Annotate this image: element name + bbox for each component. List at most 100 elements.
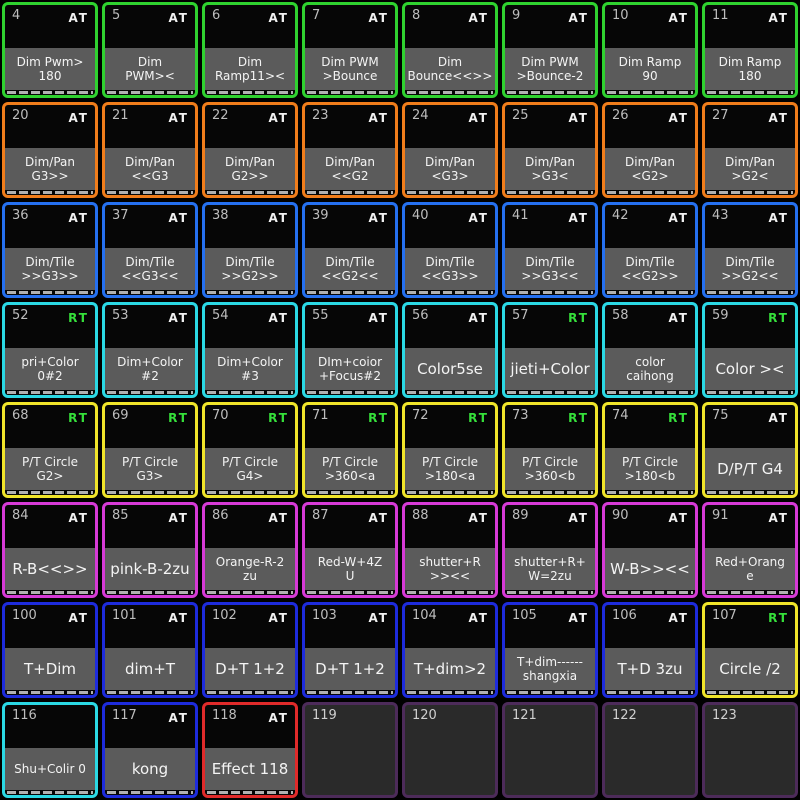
executor-button-102[interactable]: 102 AT D+T 1+2: [202, 602, 298, 698]
executor-button-27[interactable]: 27 AT Dim/Pan >G2<: [702, 102, 798, 198]
executor-number: 117: [112, 708, 137, 723]
executor-number: 27: [712, 108, 729, 123]
executor-button-22[interactable]: 22 AT Dim/Pan G2>>: [202, 102, 298, 198]
executor-number: 74: [612, 408, 629, 423]
executor-button-104[interactable]: 104 AT T+dim>2: [402, 602, 498, 698]
executor-label: P/T Circle >360<a: [305, 448, 395, 490]
fader-level-bar: [407, 691, 493, 694]
fader-level-bar: [207, 91, 293, 94]
executor-button-116[interactable]: 116 Shu+Colir 0: [2, 702, 98, 798]
fader-level-bar: [107, 391, 193, 394]
executor-button-58[interactable]: 58 AT color caihong: [602, 302, 698, 398]
executor-button-53[interactable]: 53 AT Dim+Color #2: [102, 302, 198, 398]
executor-button-89[interactable]: 89 AT shutter+R+ W=2zu: [502, 502, 598, 598]
executor-button-4[interactable]: 4 AT Dim Pwm> 180: [2, 2, 98, 98]
executor-button-8[interactable]: 8 AT Dim Bounce<<>>: [402, 2, 498, 98]
executor-empty-120[interactable]: 120: [402, 702, 498, 798]
executor-button-103[interactable]: 103 AT D+T 1+2: [302, 602, 398, 698]
executor-number: 102: [212, 608, 237, 623]
executor-button-74[interactable]: 74 RT P/T Circle >180<b: [602, 402, 698, 498]
executor-button-10[interactable]: 10 AT Dim Ramp 90: [602, 2, 698, 98]
executor-grid: 4 AT Dim Pwm> 180 5 AT Dim PWM>< 6 AT Dim Ramp11…: [0, 0, 800, 800]
executor-button-90[interactable]: 90 AT W-B>><<: [602, 502, 698, 598]
executor-button-55[interactable]: 55 AT DIm+coior +Focus#2: [302, 302, 398, 398]
executor-label: pink-B-2zu: [105, 548, 195, 590]
executor-button-117[interactable]: 117 AT kong: [102, 702, 198, 798]
executor-button-26[interactable]: 26 AT Dim/Pan <G2>: [602, 102, 698, 198]
executor-number: 120: [412, 708, 437, 723]
executor-empty-121[interactable]: 121: [502, 702, 598, 798]
executor-button-54[interactable]: 54 AT Dim+Color #3: [202, 302, 298, 398]
executor-button-39[interactable]: 39 AT Dim/Tile <<G2<<: [302, 202, 398, 298]
executor-button-25[interactable]: 25 AT Dim/Pan >G3<: [502, 102, 598, 198]
fader-level-bar: [207, 491, 293, 494]
executor-empty-122[interactable]: 122: [602, 702, 698, 798]
executor-button-37[interactable]: 37 AT Dim/Tile <<G3<<: [102, 202, 198, 298]
executor-button-101[interactable]: 101 AT dim+T: [102, 602, 198, 698]
executor-number: 10: [612, 8, 629, 23]
executor-button-87[interactable]: 87 AT Red-W+4Z U: [302, 502, 398, 598]
executor-button-107[interactable]: 107 RT Circle /2: [702, 602, 798, 698]
executor-label: P/T Circle G3>: [105, 448, 195, 490]
executor-button-41[interactable]: 41 AT Dim/Tile >>G3<<: [502, 202, 598, 298]
executor-button-73[interactable]: 73 RT P/T Circle >360<b: [502, 402, 598, 498]
executor-button-100[interactable]: 100 AT T+Dim: [2, 602, 98, 698]
executor-button-43[interactable]: 43 AT Dim/Tile >>G2<<: [702, 202, 798, 298]
executor-button-118[interactable]: 118 AT Effect 118: [202, 702, 298, 798]
trigger-mode-badge: AT: [268, 511, 289, 525]
executor-button-70[interactable]: 70 RT P/T Circle G4>: [202, 402, 298, 498]
executor-button-86[interactable]: 86 AT Orange-R-2 zu: [202, 502, 298, 598]
executor-button-84[interactable]: 84 AT R-B<<>>: [2, 502, 98, 598]
executor-button-69[interactable]: 69 RT P/T Circle G3>: [102, 402, 198, 498]
executor-button-21[interactable]: 21 AT Dim/Pan <<G3: [102, 102, 198, 198]
executor-button-72[interactable]: 72 RT P/T Circle >180<a: [402, 402, 498, 498]
executor-button-59[interactable]: 59 RT Color ><: [702, 302, 798, 398]
trigger-mode-badge: AT: [568, 611, 589, 625]
executor-button-38[interactable]: 38 AT Dim/Tile >>G2>>: [202, 202, 298, 298]
executor-label: Dim Ramp11><: [205, 48, 295, 90]
executor-button-68[interactable]: 68 RT P/T Circle G2>: [2, 402, 98, 498]
executor-button-71[interactable]: 71 RT P/T Circle >360<a: [302, 402, 398, 498]
trigger-mode-badge: AT: [668, 11, 689, 25]
executor-button-105[interactable]: 105 AT T+dim------ shangxia: [502, 602, 598, 698]
executor-button-20[interactable]: 20 AT Dim/Pan G3>>: [2, 102, 98, 198]
trigger-mode-badge: AT: [268, 211, 289, 225]
executor-number: 106: [612, 608, 637, 623]
executor-button-88[interactable]: 88 AT shutter+R >><<: [402, 502, 498, 598]
executor-button-24[interactable]: 24 AT Dim/Pan <G3>: [402, 102, 498, 198]
executor-button-40[interactable]: 40 AT Dim/Tile <<G3>>: [402, 202, 498, 298]
executor-number: 71: [312, 408, 329, 423]
executor-empty-123[interactable]: 123: [702, 702, 798, 798]
executor-button-36[interactable]: 36 AT Dim/Tile >>G3>>: [2, 202, 98, 298]
trigger-mode-badge: AT: [468, 11, 489, 25]
trigger-mode-badge: RT: [268, 411, 289, 425]
fader-level-bar: [407, 591, 493, 594]
executor-button-5[interactable]: 5 AT Dim PWM><: [102, 2, 198, 98]
fader-level-bar: [207, 691, 293, 694]
executor-label: Dim/Pan G2>>: [205, 148, 295, 190]
executor-label: Red-W+4Z U: [305, 548, 395, 590]
executor-button-7[interactable]: 7 AT Dim PWM >Bounce: [302, 2, 398, 98]
executor-number: 37: [112, 208, 129, 223]
executor-empty-119[interactable]: 119: [302, 702, 398, 798]
executor-label: W-B>><<: [605, 548, 695, 590]
executor-button-23[interactable]: 23 AT Dim/Pan <<G2: [302, 102, 398, 198]
executor-button-85[interactable]: 85 AT pink-B-2zu: [102, 502, 198, 598]
executor-number: 57: [512, 308, 529, 323]
executor-label: pri+Color 0#2: [5, 348, 95, 390]
fader-level-bar: [507, 591, 593, 594]
trigger-mode-badge: AT: [468, 611, 489, 625]
executor-button-11[interactable]: 11 AT Dim Ramp 180: [702, 2, 798, 98]
executor-label: dim+T: [105, 648, 195, 690]
executor-button-9[interactable]: 9 AT Dim PWM >Bounce-2: [502, 2, 598, 98]
executor-button-106[interactable]: 106 AT T+D 3zu: [602, 602, 698, 698]
trigger-mode-badge: AT: [68, 11, 89, 25]
executor-button-75[interactable]: 75 AT D/P/T G4: [702, 402, 798, 498]
executor-button-42[interactable]: 42 AT Dim/Tile <<G2>>: [602, 202, 698, 298]
executor-button-91[interactable]: 91 AT Red+Orang e: [702, 502, 798, 598]
executor-button-52[interactable]: 52 RT pri+Color 0#2: [2, 302, 98, 398]
executor-button-6[interactable]: 6 AT Dim Ramp11><: [202, 2, 298, 98]
executor-number: 84: [12, 508, 29, 523]
executor-button-57[interactable]: 57 RT jieti+Color: [502, 302, 598, 398]
executor-button-56[interactable]: 56 AT Color5se: [402, 302, 498, 398]
